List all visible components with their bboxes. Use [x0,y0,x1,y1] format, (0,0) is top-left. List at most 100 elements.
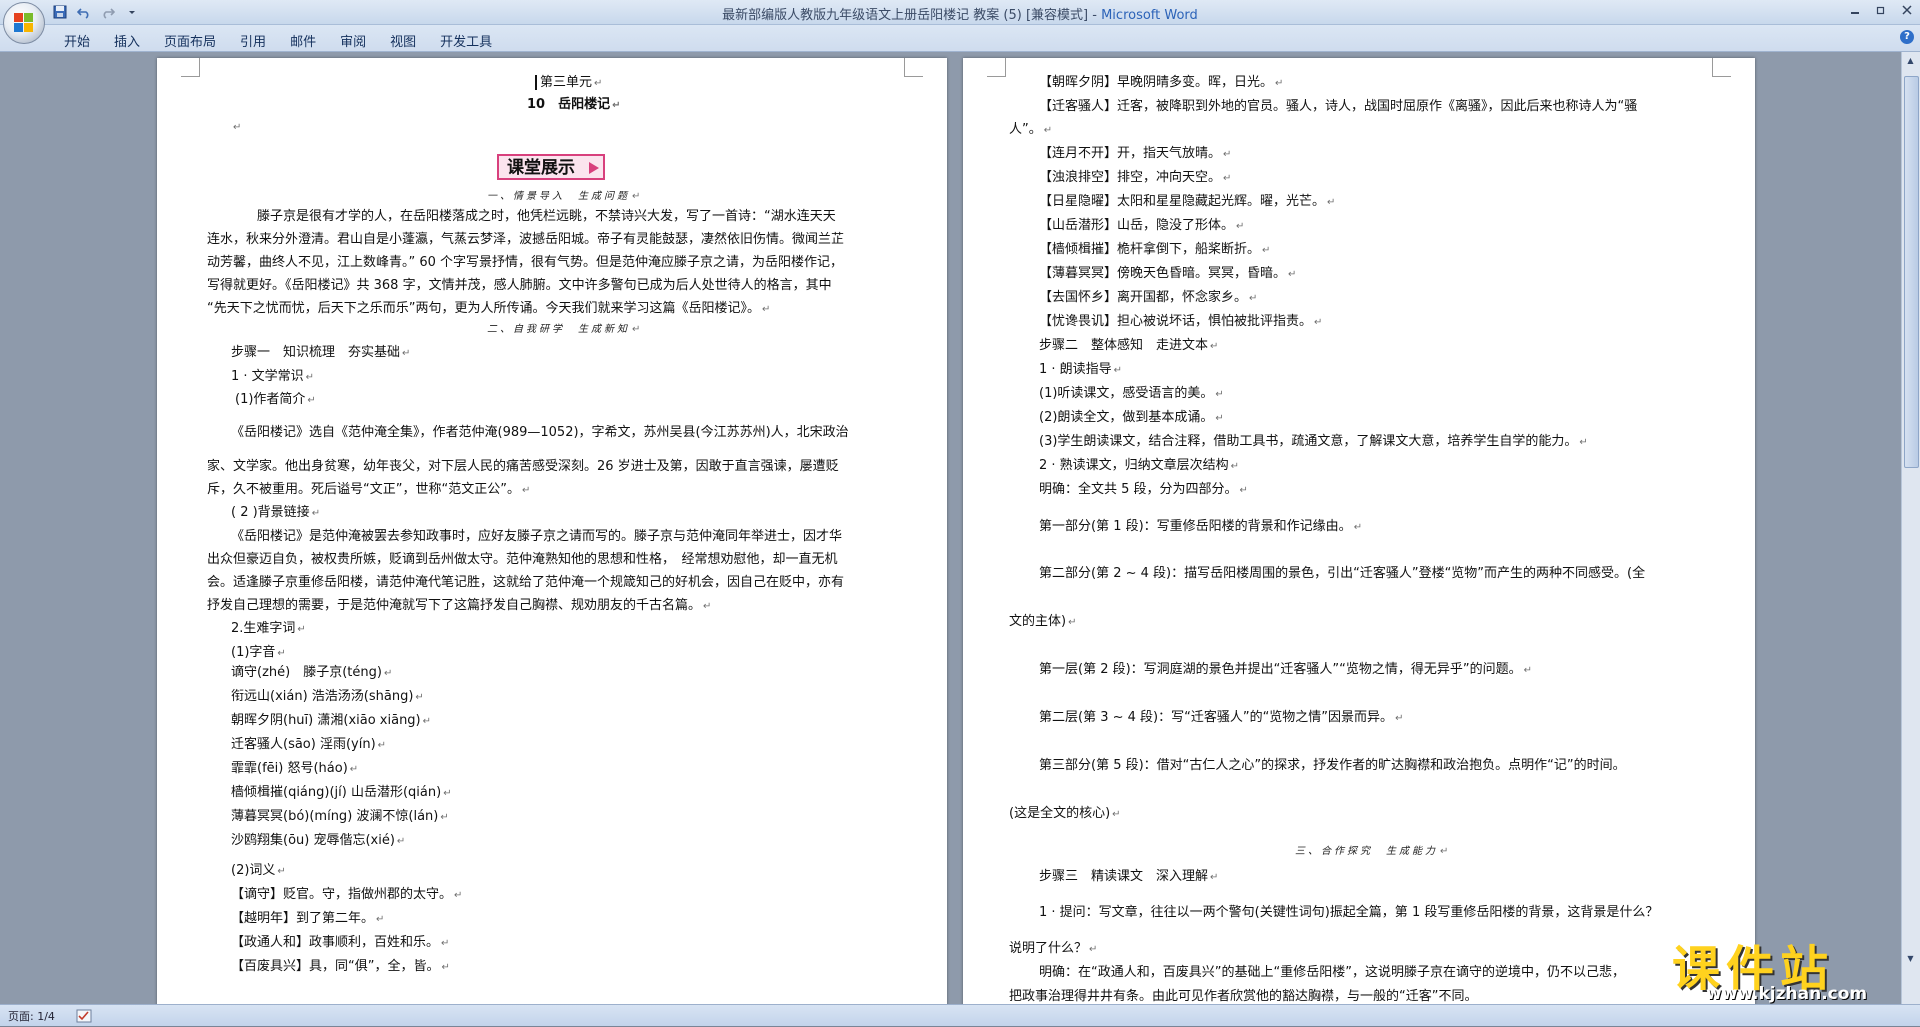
background-paragraph-line: 会。适逢滕子京重修岳阳楼，请范仲淹代笔记胜，这就给了范仲淹一个规箴知己的好机会，… [207,575,845,590]
page-count[interactable]: 页面: 1/4 [8,1008,55,1024]
section-heading-3: 三、合作探究 生成能力 ↵ [1295,846,1452,857]
subheading: ( 2 )背景链接 ↵ [231,505,321,520]
intro-paragraph-line: 连水，秋来分外澄清。君山自是小蓬瀛，气蒸云梦泽，波撼岳阳城。帝子有灵能鼓瑟，凄然… [207,232,845,247]
vocabulary-line: 【政通人和】政事顺利，百姓和乐。 ↵ [231,935,450,950]
document-page-1[interactable]: 第三单元 ↵ 10 岳阳楼记 ↵ ↵ 课堂展示 一、情景导入 生成问题 ↵ 滕子京是很… [157,58,947,1004]
watermark-url: www.kjzhan.com [1706,984,1868,1004]
subheading: (1)作者简介 ↵ [235,392,316,407]
background-paragraph-line: 《岳阳楼记》是范仲淹被罢去参知政事时，应好友滕子京之请而写的。滕子京与范仲淹同年… [231,529,843,544]
office-logo-icon [14,13,34,33]
answer-line: 把政事治理得井井有条。由此可见作者欣赏他的豁达胸襟，与一般的“迁客”不同。 [1009,989,1478,1004]
subheading: (2)词义 ↵ [231,863,286,878]
restore-button[interactable] [1868,0,1894,20]
vocabulary-line: 【谪守】贬官。守，指做州郡的太守。 ↵ [231,887,463,902]
section-heading-2: 二、自我研学 生成新知 ↵ [487,324,644,335]
pronunciation-line: 沙鸥翔集(ōu) 宠辱偕忘(xié) ↵ [231,833,406,848]
intro-paragraph-line: “先天下之忧而忧，后天下之乐而乐”两句，更为人所传诵。今天我们就来学习这篇《岳阳… [207,301,771,316]
author-paragraph-line: 家、文学家。他出身贫寒，幼年丧父，对下层人民的痛苦感受深刻。26 岁进士及第，因… [207,459,839,474]
pronunciation-line: 薄暮冥冥(bó)(míng) 波澜不惊(lán) ↵ [231,809,449,824]
structure-layer: 第一层(第 2 段)：写洞庭湖的景色并提出“迁客骚人”“览物之情，得无异乎”的问… [1039,662,1533,677]
vocabulary-line: 【百废具兴】具，同“俱”，全，皆。 ↵ [231,959,450,974]
step-heading: 步骤二 整体感知 走进文本 ↵ [1039,338,1219,353]
window-controls [1842,0,1920,20]
tab-references[interactable]: 引用 [228,29,278,52]
subheading: (1)字音 ↵ [231,645,286,660]
scroll-up-icon[interactable]: ▲ [1904,54,1917,68]
structure-part: 文的主体) ↵ [1009,614,1077,629]
tab-home[interactable]: 开始 [52,29,102,52]
office-button[interactable] [3,2,45,44]
background-paragraph-line: 出众但豪迈自负，被权贵所嫉，贬谪到岳州做太守。范仲淹熟知他的思想和性格， 经常想… [207,552,838,567]
vocabulary-line: 【迁客骚人】迁客，被降职到外地的官员。骚人，诗人，战国时屈原作《离骚》，因此后来… [1039,99,1638,114]
app-name: Microsoft Word [1101,8,1198,23]
question-line: 1 · 提问：写文章，往往以一两个警句(关键性词句)振起全篇，第 1 段写重修岳… [1039,905,1659,920]
document-workspace: 第三单元 ↵ 10 岳阳楼记 ↵ ↵ 课堂展示 一、情景导入 生成问题 ↵ 滕子京是很… [0,52,1920,1004]
close-button[interactable] [1894,0,1920,20]
ribbon-tab-bar: 开始 插入 页面布局 引用 邮件 审阅 视图 开发工具 ? [0,25,1920,52]
author-paragraph-line: 斥，久不被重用。死后谥号“文正”，世称“范文正公”。 ↵ [207,482,531,497]
ribbon-tabs: 开始 插入 页面布局 引用 邮件 审阅 视图 开发工具 [52,29,504,52]
step-heading: 步骤一 知识梳理 夯实基础 ↵ [231,345,411,360]
vocabulary-line: 【日星隐曜】太阳和星星隐藏起光辉。曜，光芒。 ↵ [1039,194,1336,209]
document-page-2[interactable]: 【朝晖夕阴】早晚阴晴多变。晖，日光。 ↵ 【迁客骚人】迁客，被降职到外地的官员。骚… [963,58,1755,1004]
reading-item: (1)听读课文，感受语言的美。 ↵ [1039,386,1224,401]
arrow-icon [589,162,599,174]
vocabulary-line: 【越明年】到了第二年。 ↵ [231,911,385,926]
margin-corner-mark [1712,58,1731,77]
author-paragraph-line: 《岳阳楼记》选自《范仲淹全集》，作者范仲淹(989—1052)，字希文，苏州吴县… [231,425,849,440]
subheading: 1 · 文学常识 ↵ [231,369,315,384]
tab-developer[interactable]: 开发工具 [428,29,504,52]
lesson-title: 10 岳阳楼记 ↵ [527,97,621,112]
structure-part: 第一部分(第 1 段)：写重修岳阳楼的背景和作记缘由。 ↵ [1039,519,1363,534]
structure-part: 第三部分(第 5 段)：借对“古仁人之心”的探求，抒发作者的旷达胸襟和政治抱负。… [1039,758,1626,773]
tab-view[interactable]: 视图 [378,29,428,52]
pronunciation-line: 朝晖夕阴(huī) 潇湘(xiāo xiāng) ↵ [231,713,432,728]
pronunciation-line: 衔远山(xián) 浩浩汤汤(shāng) ↵ [231,689,424,704]
vocabulary-line: 【薄暮冥冥】傍晚天色昏暗。冥冥，昏暗。 ↵ [1039,266,1297,281]
document-title: 最新部编版人教版九年级语文上册岳阳楼记 教案 (5) [兼容模式] - [722,8,1102,23]
subheading: 2.生难字词 ↵ [231,621,306,636]
intro-paragraph-line: 动芳馨，曲终人不见，江上数峰青。” 60 个字写景抒情，很有气势。但是范仲淹应滕… [207,255,844,270]
background-paragraph-line: 抒发自己理想的需要，于是范仲淹就写下了这篇抒发自己胸襟、规劝朋友的千古名篇。 ↵ [207,598,712,613]
margin-corner-mark [904,58,923,77]
pronunciation-line: 霏霏(fēi) 怒号(háo) ↵ [231,761,359,776]
scrollbar-thumb[interactable] [1904,76,1919,468]
section-banner: 课堂展示 [497,154,605,180]
unit-heading: 第三单元 ↵ [535,74,602,93]
vertical-scrollbar[interactable]: ▲ ▼ [1901,52,1920,1004]
window-title: 最新部编版人教版九年级语文上册岳阳楼记 教案 (5) [兼容模式] - Micr… [0,4,1920,23]
status-bar: 页面: 1/4 [0,1004,1920,1026]
site-watermark: 课件站 www.kjzhan.com [1672,935,1902,1005]
vocabulary-line: 【忧谗畏讥】担心被说坏话，惧怕被批评指责。 ↵ [1039,314,1323,329]
reading-item: (3)学生朗读课文，结合注释，借助工具书，疏通文意，了解课文大意，培养学生自学的… [1039,434,1588,449]
reading-item: (2)朗读全文，做到基本成诵。 ↵ [1039,410,1224,425]
tab-insert[interactable]: 插入 [102,29,152,52]
proofing-icon[interactable] [76,1008,92,1023]
help-icon[interactable]: ? [1900,30,1914,44]
step-heading: 步骤三 精读课文 深入理解 ↵ [1039,869,1219,884]
section-heading-1: 一、情景导入 生成问题 ↵ [487,191,644,202]
tab-review[interactable]: 审阅 [328,29,378,52]
tab-page-layout[interactable]: 页面布局 [152,29,228,52]
intro-paragraph-line: 写得就更好。《岳阳楼记》共 368 字，文情并茂，感人肺腑。文中许多警句已成为后… [207,278,832,293]
pronunciation-line: 谪守(zhé) 滕子京(téng) ↵ [231,665,393,680]
question-line: 说明了什么？ ↵ [1009,941,1098,956]
subheading: 1 · 朗读指导 ↵ [1039,362,1123,377]
subheading: 2 · 熟读课文，归纳文章层次结构 ↵ [1039,458,1240,473]
title-bar: 最新部编版人教版九年级语文上册岳阳楼记 教案 (5) [兼容模式] - Micr… [0,0,1920,25]
margin-corner-mark [987,58,1006,77]
answer-line: 明确：在“政通人和，百废具兴”的基础上“重修岳阳楼”，这说明滕子京在谪守的逆境中… [1039,965,1625,980]
margin-corner-mark [181,58,200,77]
structure-answer: 明确：全文共 5 段，分为四部分。 ↵ [1039,482,1248,497]
vocabulary-line: 【浊浪排空】排空，冲向天空。 ↵ [1039,170,1232,185]
pronunciation-line: 樯倾楫摧(qiáng)(jí) 山岳潜形(qián) ↵ [231,785,452,800]
paragraph-mark: ↵ [233,122,242,133]
minimize-button[interactable] [1842,0,1868,20]
intro-paragraph-line: 滕子京是很有才学的人，在岳阳楼落成之时，他凭栏远眺，不禁诗兴大发，写了一首诗：“… [257,209,836,224]
vocabulary-line: 【樯倾楫摧】桅杆拿倒下，船桨断折。 ↵ [1039,242,1271,257]
vocabulary-line: 【山岳潜形】山岳，隐没了形体。 ↵ [1039,218,1245,233]
vocabulary-line: 【去国怀乡】离开国都，怀念家乡。 ↵ [1039,290,1258,305]
vocabulary-line: 人”。 ↵ [1009,122,1053,137]
tab-mailings[interactable]: 邮件 [278,29,328,52]
scroll-down-icon[interactable]: ▼ [1904,952,1917,966]
